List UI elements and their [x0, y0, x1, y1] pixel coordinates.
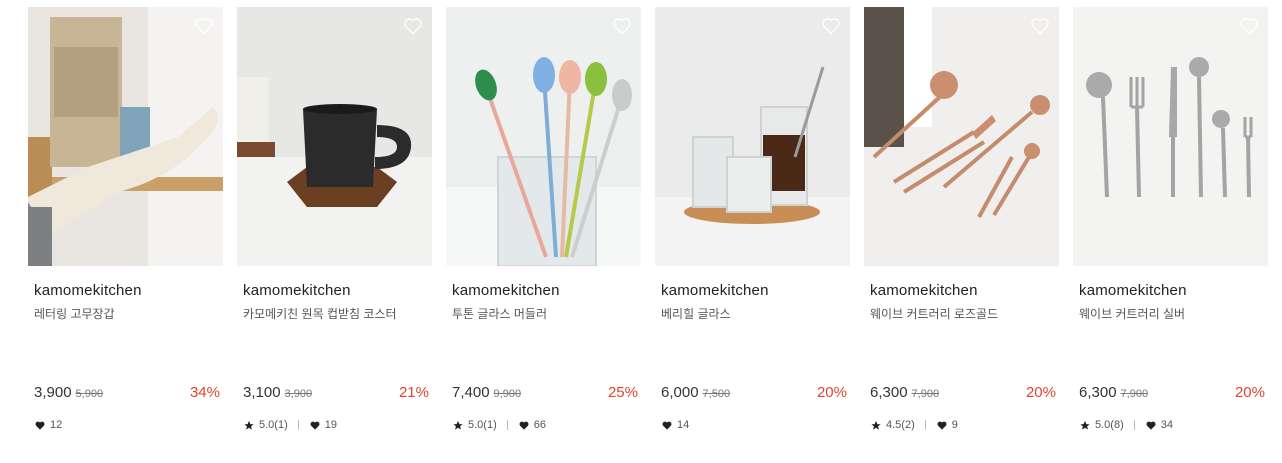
rating: 4.5(2) — [886, 419, 915, 431]
heart-icon — [519, 421, 529, 430]
discount-rate: 25% — [607, 384, 638, 401]
like-count: 12 — [50, 419, 63, 431]
brand-name[interactable]: kamomekitchen — [870, 282, 978, 299]
star-icon — [453, 420, 463, 430]
rating: 5.0(1) — [468, 419, 497, 431]
product-meta: 14 — [661, 419, 689, 431]
product-card[interactable]: kamomekitchen 베리힐 글라스 6,000 7,500 20% 14 — [655, 7, 850, 457]
like-count: 66 — [533, 419, 546, 431]
heart-icon — [662, 421, 672, 430]
product-name[interactable]: 카모메키친 원목 컵받침 코스터 — [243, 305, 397, 322]
star-icon — [244, 420, 254, 430]
product-image[interactable] — [1073, 7, 1268, 266]
star-icon — [871, 420, 881, 430]
price: 6,000 7,500 — [661, 384, 730, 401]
like-count: 9 — [951, 419, 958, 431]
sale-price: 3,100 — [243, 384, 281, 401]
sale-price: 7,400 — [452, 384, 490, 401]
product-name[interactable]: 베리힐 글라스 — [661, 305, 731, 322]
product-image[interactable] — [237, 7, 432, 266]
original-price: 5,900 — [75, 388, 104, 400]
product-card[interactable]: kamomekitchen 투톤 글라스 머들러 7,400 9,900 25% … — [446, 7, 641, 457]
price: 6,300 7,900 — [1079, 384, 1148, 401]
product-name[interactable]: 웨이브 커트러리 로즈골드 — [870, 305, 998, 322]
price: 6,300 7,900 — [870, 384, 939, 401]
divider — [297, 420, 299, 430]
discount-rate: 20% — [816, 384, 847, 401]
discount-rate: 20% — [1025, 384, 1056, 401]
brand-name[interactable]: kamomekitchen — [452, 282, 560, 299]
discount-rate: 34% — [189, 384, 220, 401]
original-price: 7,900 — [1120, 388, 1149, 400]
price: 3,900 5,900 — [34, 384, 103, 401]
product-meta: 5.0(1) 66 — [452, 419, 546, 431]
brand-name[interactable]: kamomekitchen — [1079, 282, 1187, 299]
wishlist-heart-icon[interactable] — [403, 16, 423, 36]
rating: 5.0(1) — [259, 419, 288, 431]
product-card[interactable]: kamomekitchen 카모메키친 원목 컵받침 코스터 3,100 3,90… — [237, 7, 432, 457]
discount-rate: 20% — [1234, 384, 1265, 401]
wishlist-heart-icon[interactable] — [612, 16, 632, 36]
sale-price: 6,300 — [870, 384, 908, 401]
sale-price: 6,000 — [661, 384, 699, 401]
original-price: 7,900 — [911, 388, 940, 400]
product-card[interactable]: kamomekitchen 웨이브 커트러리 로즈골드 6,300 7,900 2… — [864, 7, 1059, 457]
divider — [506, 420, 508, 430]
rating: 5.0(8) — [1095, 419, 1124, 431]
product-image[interactable] — [28, 7, 223, 266]
brand-name[interactable]: kamomekitchen — [243, 282, 351, 299]
heart-icon — [937, 421, 947, 430]
heart-icon — [310, 421, 320, 430]
wishlist-heart-icon[interactable] — [821, 16, 841, 36]
product-meta: 12 — [34, 419, 62, 431]
product-meta: 5.0(8) 34 — [1079, 419, 1173, 431]
price: 3,100 3,900 — [243, 384, 312, 401]
product-name[interactable]: 웨이브 커트러리 실버 — [1079, 305, 1185, 322]
original-price: 3,900 — [284, 388, 313, 400]
wishlist-heart-icon[interactable] — [194, 16, 214, 36]
original-price: 9,900 — [493, 388, 522, 400]
like-count: 14 — [677, 419, 690, 431]
sale-price: 6,300 — [1079, 384, 1117, 401]
product-meta: 4.5(2) 9 — [870, 419, 958, 431]
product-image[interactable] — [446, 7, 641, 266]
divider — [1133, 420, 1135, 430]
product-name[interactable]: 투톤 글라스 머들러 — [452, 305, 547, 322]
sale-price: 3,900 — [34, 384, 72, 401]
price: 7,400 9,900 — [452, 384, 521, 401]
heart-icon — [35, 421, 45, 430]
heart-icon — [1146, 421, 1156, 430]
product-image[interactable] — [655, 7, 850, 266]
product-name[interactable]: 레터링 고무장갑 — [34, 305, 115, 322]
product-card[interactable]: kamomekitchen 웨이브 커트러리 실버 6,300 7,900 20%… — [1073, 7, 1268, 457]
product-card[interactable]: kamomekitchen 레터링 고무장갑 3,900 5,900 34% 12 — [28, 7, 223, 457]
wishlist-heart-icon[interactable] — [1030, 16, 1050, 36]
product-meta: 5.0(1) 19 — [243, 419, 337, 431]
wishlist-heart-icon[interactable] — [1239, 16, 1259, 36]
like-count: 19 — [324, 419, 337, 431]
star-icon — [1080, 420, 1090, 430]
original-price: 7,500 — [702, 388, 731, 400]
discount-rate: 21% — [398, 384, 429, 401]
product-image[interactable] — [864, 7, 1059, 266]
brand-name[interactable]: kamomekitchen — [661, 282, 769, 299]
like-count: 34 — [1160, 419, 1173, 431]
divider — [924, 420, 926, 430]
brand-name[interactable]: kamomekitchen — [34, 282, 142, 299]
